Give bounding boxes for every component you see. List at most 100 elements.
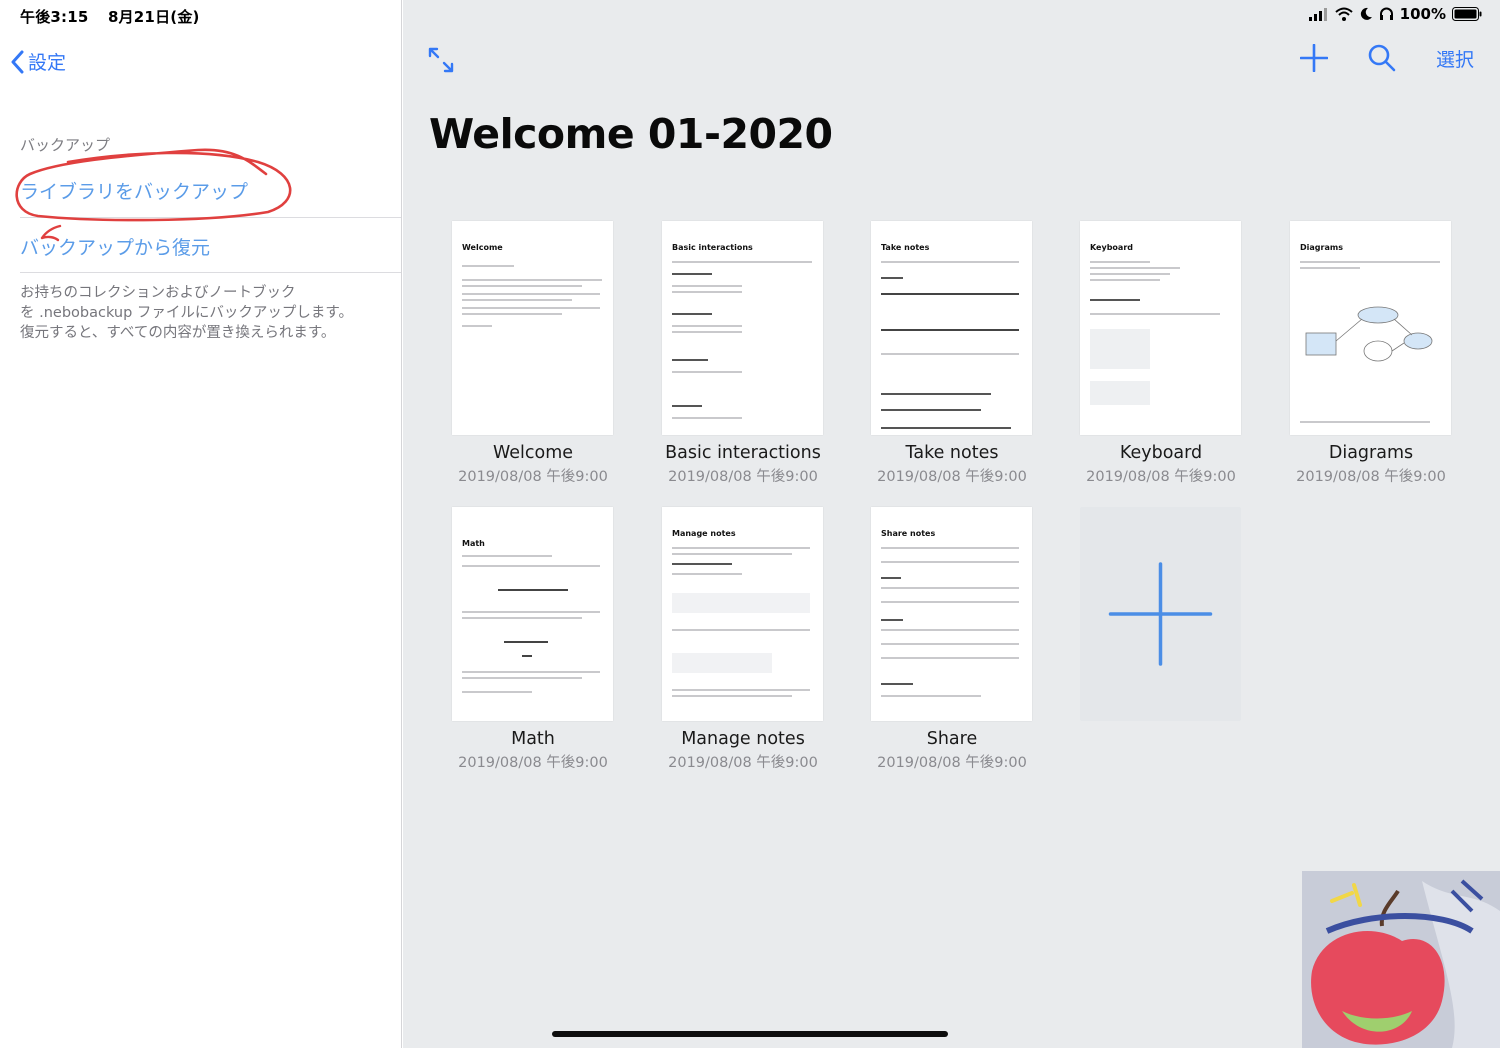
thumb-line — [672, 405, 702, 407]
note-thumbnail[interactable]: Diagrams — [1290, 221, 1451, 435]
backup-library-button[interactable]: ライブラリをバックアップ — [20, 177, 402, 204]
plus-icon[interactable] — [1299, 44, 1328, 72]
collection-title: Welcome 01-2020 — [429, 110, 833, 158]
note-date: 2019/08/08 午後9:00 — [877, 755, 1027, 771]
thumb-line — [881, 587, 1019, 589]
thumb-line — [881, 561, 1019, 563]
thumb-line — [881, 547, 1019, 549]
note-name: Basic interactions — [665, 443, 821, 463]
thumb-line — [672, 573, 742, 575]
thumb-line — [881, 629, 1019, 631]
chevron-left-icon — [11, 50, 24, 73]
note-thumbnail[interactable]: Keyboard — [1080, 221, 1241, 435]
thumb-line — [462, 285, 582, 287]
description-line: お持ちのコレクションおよびノートブック — [20, 285, 296, 301]
thumb-line — [462, 555, 552, 557]
expand-icon[interactable] — [427, 46, 455, 74]
thumb-line — [672, 689, 810, 691]
note-thumbnail[interactable]: Basic interactions — [662, 221, 823, 435]
battery-percent: 100% — [1399, 5, 1446, 23]
thumb-line — [1090, 279, 1160, 281]
thumb-line — [498, 589, 568, 591]
thumbnail-title: Basic interactions — [672, 243, 753, 252]
note-date: 2019/08/08 午後9:00 — [668, 755, 818, 771]
thumb-line — [672, 547, 810, 549]
thumbnail-title: Manage notes — [672, 529, 736, 538]
thumb-line — [1090, 329, 1150, 369]
status-date: 8月21日(金) — [107, 8, 200, 26]
section-header: バックアップ — [20, 136, 111, 154]
toolbar: 選択 — [1299, 44, 1474, 72]
thumb-line — [1090, 381, 1150, 405]
thumbnail-title: Math — [462, 539, 485, 548]
signal-icon — [1308, 7, 1327, 21]
headphones-icon — [1379, 7, 1393, 20]
thumb-line — [672, 629, 810, 631]
thumb-line — [462, 265, 514, 267]
note-date: 2019/08/08 午後9:00 — [668, 469, 818, 485]
thumb-line — [672, 563, 732, 565]
note-thumbnail[interactable]: Welcome — [452, 221, 613, 435]
diagram-sketch — [1305, 306, 1433, 362]
note-thumbnail[interactable]: Share notes — [871, 507, 1032, 721]
note-name: Take notes — [905, 443, 999, 463]
home-indicator[interactable] — [552, 1031, 948, 1037]
thumb-line — [672, 285, 742, 287]
note-date: 2019/08/08 午後9:00 — [877, 469, 1027, 485]
back-button[interactable]: 設定 — [10, 48, 66, 75]
thumb-line — [462, 691, 532, 693]
thumb-line — [1090, 273, 1170, 275]
thumb-line — [672, 273, 712, 275]
divider — [20, 272, 401, 273]
note-name: Manage notes — [681, 729, 805, 749]
description-line: を .nebobackup ファイルにバックアップします。 — [20, 305, 353, 321]
battery-icon — [1452, 7, 1482, 21]
restore-backup-button[interactable]: バックアップから復元 — [20, 233, 402, 260]
note-thumbnail[interactable]: Math — [452, 507, 613, 721]
note-name: Keyboard — [1119, 443, 1203, 463]
select-button[interactable]: 選択 — [1436, 45, 1474, 72]
search-icon[interactable] — [1368, 44, 1396, 72]
thumb-line — [672, 695, 792, 697]
thumb-line — [462, 299, 572, 301]
thumbnail-title: Welcome — [462, 243, 503, 252]
thumb-line — [881, 427, 1011, 429]
new-note-button[interactable] — [1080, 507, 1241, 721]
thumbnail-title: Take notes — [881, 243, 930, 252]
thumb-line — [881, 393, 991, 395]
thumb-line — [462, 671, 600, 673]
thumb-line — [462, 325, 492, 327]
status-bar-left: 午後3:15 8月21日(金) — [20, 6, 214, 27]
moon-icon — [1360, 7, 1372, 20]
thumb-line — [1090, 313, 1220, 315]
thumb-line — [672, 313, 712, 315]
thumb-line — [462, 307, 600, 309]
wifi-icon — [1334, 7, 1353, 21]
plus-icon — [1108, 562, 1213, 666]
thumb-line — [1300, 261, 1440, 263]
thumb-line — [672, 261, 812, 263]
thumb-line — [881, 657, 1019, 659]
thumb-line — [462, 611, 600, 613]
note-name: Diagrams — [1328, 443, 1414, 463]
back-label: 設定 — [28, 52, 67, 74]
thumb-line — [881, 293, 1019, 295]
thumbnail-title: Diagrams — [1300, 243, 1343, 252]
thumb-line — [881, 409, 981, 411]
thumb-line — [672, 331, 742, 333]
thumb-line — [1090, 299, 1140, 301]
thumb-line — [462, 293, 600, 295]
thumb-line — [672, 371, 742, 373]
thumb-line — [672, 291, 742, 293]
thumbnail-title: Share notes — [881, 529, 936, 538]
thumb-line — [881, 601, 1019, 603]
thumb-line — [672, 653, 772, 673]
thumb-line — [462, 313, 562, 315]
note-thumbnail[interactable]: Manage notes — [662, 507, 823, 721]
note-date: 2019/08/08 午後9:00 — [1086, 469, 1236, 485]
thumb-line — [1090, 261, 1150, 263]
note-name: Share — [926, 729, 978, 749]
thumb-line — [672, 593, 810, 613]
note-thumbnail[interactable]: Take notes — [871, 221, 1032, 435]
status-bar-right: 100% — [1308, 5, 1482, 23]
